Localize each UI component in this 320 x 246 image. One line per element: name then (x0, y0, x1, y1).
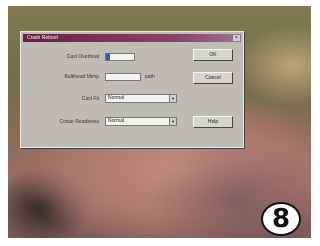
chevron-down-icon: ▼ (169, 95, 176, 102)
readiness-select[interactable]: Normal ▼ (105, 117, 177, 126)
text-cursor-marker (106, 54, 110, 60)
select-label-castfit: Cast Fit (81, 96, 99, 102)
screenshot-frame: Crash Reboot × Cast Overboat Bulkhead Mi… (0, 0, 320, 246)
cancel-button[interactable]: Cancel (193, 72, 233, 84)
castfit-value: Normal (108, 95, 125, 101)
readiness-value: Normal (108, 118, 125, 124)
dialog-window: Crash Reboot × Cast Overboat Bulkhead Mi… (20, 31, 244, 148)
select-label-readiness: Cowar Readiness (59, 119, 99, 125)
background-photo: Crash Reboot × Cast Overboat Bulkhead Mi… (8, 6, 311, 238)
ok-button[interactable]: OK (193, 49, 233, 61)
castfit-select[interactable]: Normal ▼ (105, 94, 177, 103)
bulkhead-unit: path (145, 74, 155, 80)
dialog-titlebar: Crash Reboot × (23, 34, 241, 42)
field-label-bulkhead: Bulkhead Mimp (64, 74, 99, 80)
step-number-badge: 8 (261, 202, 301, 236)
help-button[interactable]: Help (193, 116, 233, 128)
chevron-down-icon: ▼ (169, 118, 176, 125)
bulkhead-input[interactable] (105, 73, 141, 81)
overboat-input[interactable] (105, 53, 135, 61)
close-button[interactable]: × (233, 35, 240, 41)
field-label-overboat: Cast Overboat (66, 54, 99, 60)
dialog-title: Crash Reboot (27, 35, 58, 41)
